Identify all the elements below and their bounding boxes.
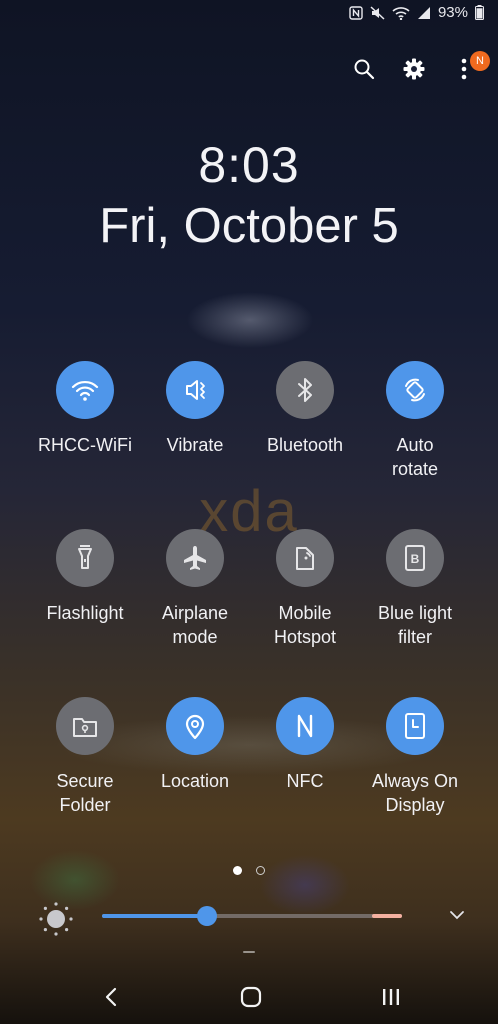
navigation-bar (0, 972, 498, 1020)
recents-button[interactable] (376, 982, 406, 1012)
nfc-icon[interactable] (276, 697, 334, 755)
header-actions: N (350, 51, 490, 83)
quick-tile-rhcc-wifi[interactable]: RHCC-WiFi (30, 361, 140, 529)
quick-tile-label[interactable]: Airplane mode (140, 601, 250, 649)
notification-badge: N (470, 51, 490, 71)
page-dot[interactable] (233, 866, 242, 875)
more-vertical-icon (461, 58, 467, 80)
back-icon (105, 987, 117, 1007)
hotspot-icon[interactable] (276, 529, 334, 587)
quick-tile-mobile-hotspot[interactable]: Mobile Hotspot (250, 529, 360, 697)
quick-tile-always-on-display[interactable]: Always On Display (360, 697, 470, 865)
back-button[interactable] (97, 982, 127, 1012)
status-bar: 93% (349, 4, 484, 21)
quick-tile-label[interactable]: Mobile Hotspot (250, 601, 360, 649)
quick-tile-label[interactable]: RHCC-WiFi (30, 433, 140, 457)
home-icon (240, 986, 262, 1008)
quick-tile-vibrate[interactable]: Vibrate (140, 361, 250, 529)
brightness-slider[interactable] (102, 906, 402, 926)
gear-icon (403, 58, 425, 80)
settings-button[interactable] (400, 55, 428, 83)
battery-percent: 93% (437, 4, 468, 21)
quick-tile-label[interactable]: Blue light filter (360, 601, 470, 649)
battery-icon (475, 5, 484, 20)
quick-tile-airplane-mode[interactable]: Airplane mode (140, 529, 250, 697)
nfc-status-icon (349, 5, 363, 20)
flashlight-icon[interactable] (56, 529, 114, 587)
chevron-down-icon (450, 911, 464, 920)
clock-time[interactable]: 8:03 (0, 136, 498, 194)
quick-tile-bluetooth[interactable]: Bluetooth (250, 361, 360, 529)
brightness-slider-fill (102, 914, 207, 918)
quick-tile-flashlight[interactable]: Flashlight (30, 529, 140, 697)
brightness-control (36, 898, 466, 938)
airplane-icon[interactable] (166, 529, 224, 587)
recents-icon (383, 989, 399, 1005)
page-dot[interactable] (256, 866, 265, 875)
page-indicator (0, 866, 498, 875)
bluetooth-icon[interactable] (276, 361, 334, 419)
quick-tile-label[interactable]: NFC (250, 769, 360, 793)
auto-rotate-icon[interactable] (386, 361, 444, 419)
home-button[interactable] (236, 982, 266, 1012)
vibrate-icon[interactable] (166, 361, 224, 419)
clock-date[interactable]: Fri, October 5 (0, 198, 498, 254)
panel-drag-handle[interactable] (243, 951, 255, 953)
quick-tile-location[interactable]: Location (140, 697, 250, 865)
more-options-button[interactable]: N (450, 51, 490, 83)
signal-icon (417, 6, 431, 20)
search-icon (354, 59, 375, 80)
search-button[interactable] (350, 55, 378, 83)
brightness-slider-max-marker (372, 914, 402, 918)
quick-tile-auto-rotate[interactable]: Auto rotate (360, 361, 470, 529)
quick-tile-label[interactable]: Flashlight (30, 601, 140, 625)
wifi-icon[interactable] (56, 361, 114, 419)
brightness-icon (36, 899, 76, 944)
quick-tile-secure-folder[interactable]: Secure Folder (30, 697, 140, 865)
svg-text:B: B (411, 552, 420, 566)
always-on-display-icon[interactable] (386, 697, 444, 755)
quick-settings-grid: RHCC-WiFi Vibrate Bluetooth Auto rotate Flas… (30, 361, 470, 865)
mute-icon (370, 5, 385, 20)
quick-tile-label[interactable]: Auto rotate (360, 433, 470, 481)
quick-tile-label[interactable]: Location (140, 769, 250, 793)
quick-tile-blue-light-filter[interactable]: B Blue light filter (360, 529, 470, 697)
quick-tile-label[interactable]: Always On Display (360, 769, 470, 817)
quick-tile-label[interactable]: Bluetooth (250, 433, 360, 457)
wifi-status-icon (392, 6, 410, 20)
brightness-slider-thumb[interactable] (197, 906, 217, 926)
location-icon[interactable] (166, 697, 224, 755)
quick-tile-label[interactable]: Vibrate (140, 433, 250, 457)
blue-light-icon[interactable]: B (386, 529, 444, 587)
quick-tile-nfc[interactable]: NFC (250, 697, 360, 865)
quick-tile-label[interactable]: Secure Folder (30, 769, 140, 817)
secure-folder-icon[interactable] (56, 697, 114, 755)
expand-brightness-button[interactable] (448, 906, 466, 929)
